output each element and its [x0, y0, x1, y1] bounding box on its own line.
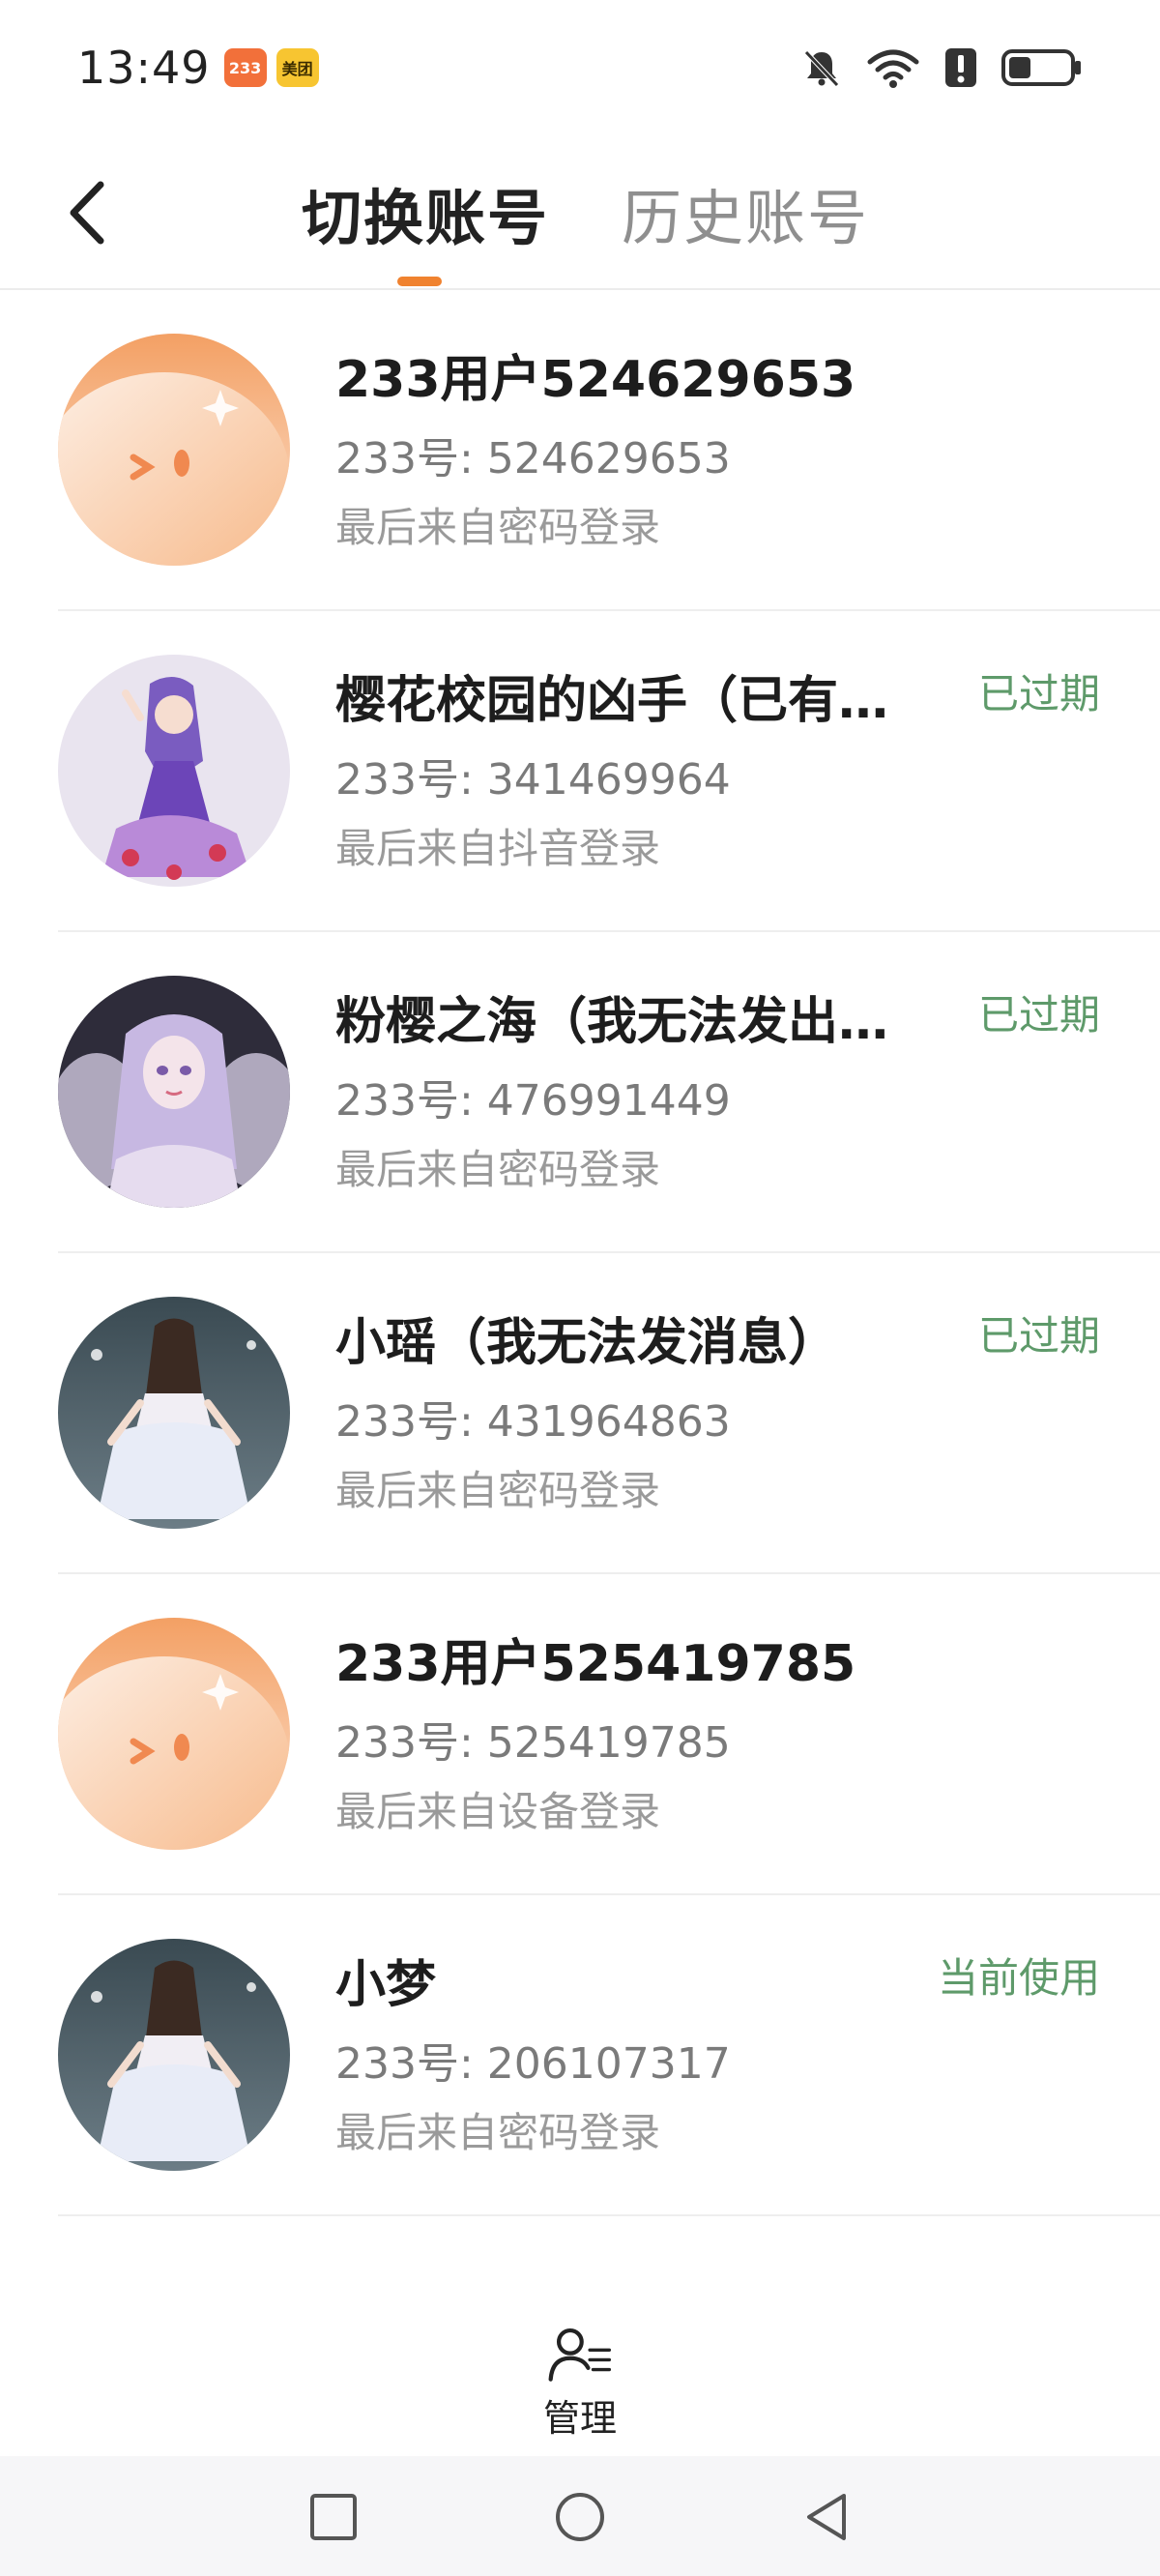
account-name: 粉樱之海（我无法发出… — [335, 993, 889, 1051]
manage-label: 管理 — [542, 2397, 617, 2440]
back-button[interactable] — [53, 169, 121, 256]
account-id: 233号: 525419785 — [335, 1718, 731, 1768]
app-meituan-badge: 美团 — [276, 48, 319, 87]
status-label: 已过期 — [977, 670, 1100, 717]
alert-icon — [945, 48, 976, 87]
account-name: 小瑶（我无法发消息） — [335, 1314, 839, 1372]
status-time: 13:49 — [77, 42, 211, 94]
circle-icon — [556, 2493, 604, 2541]
default-avatar-icon — [58, 334, 290, 566]
divider — [58, 2214, 1160, 2216]
account-name: 小梦 — [335, 1956, 437, 2014]
status-label: 当前使用 — [937, 1954, 1100, 2002]
tab-switch-account[interactable]: 切换账号 — [302, 164, 549, 261]
avatar — [58, 1618, 290, 1850]
active-tab-indicator — [397, 277, 442, 286]
login-source: 最后来自设备登录 — [335, 1788, 661, 1835]
anime-girl-purple-avatar — [58, 655, 290, 887]
default-avatar-icon — [58, 1618, 290, 1850]
avatar — [58, 1939, 290, 2171]
account-id: 233号: 341469964 — [335, 755, 731, 805]
account-row[interactable]: 樱花校园的凶手（已有… 233号: 341469964 最后来自抖音登录 已过期 — [0, 611, 1160, 932]
back-arrow-icon — [70, 181, 104, 245]
home-button[interactable] — [546, 2483, 614, 2551]
account-row[interactable]: 小瑶（我无法发消息） 233号: 431964863 最后来自密码登录 已过期 — [0, 1253, 1160, 1574]
avatar — [58, 655, 290, 887]
account-name: 233用户525419785 — [335, 1635, 856, 1693]
status-icons — [800, 46, 1083, 89]
login-source: 最后来自密码登录 — [335, 1467, 661, 1514]
manage-button[interactable]: 管理 — [522, 2326, 638, 2442]
header: 切换账号 历史账号 — [0, 135, 1160, 290]
account-id: 233号: 206107317 — [335, 2039, 731, 2089]
login-source: 最后来自密码登录 — [335, 504, 661, 551]
bell-muted-icon — [804, 50, 839, 87]
account-row[interactable]: 小梦 233号: 206107317 最后来自密码登录 当前使用 — [0, 1895, 1160, 2216]
account-row[interactable]: 粉樱之海（我无法发出… 233号: 476991449 最后来自密码登录 已过期 — [0, 932, 1160, 1253]
account-name: 233用户524629653 — [335, 351, 856, 409]
girl-white-dress-avatar — [58, 1939, 290, 2171]
avatar — [58, 1297, 290, 1529]
wifi-icon — [867, 49, 919, 88]
square-icon — [310, 2494, 357, 2540]
system-nav-bar — [0, 2456, 1160, 2576]
status-label: 已过期 — [977, 991, 1100, 1039]
account-id: 233号: 431964863 — [335, 1397, 731, 1447]
user-list-icon — [548, 2327, 612, 2382]
back-nav-button[interactable] — [793, 2483, 860, 2551]
triangle-back-icon — [807, 2494, 846, 2540]
app-233-badge: 233 — [223, 48, 267, 87]
girl-white-dress-avatar — [58, 1297, 290, 1529]
recents-button[interactable] — [300, 2483, 367, 2551]
anime-angel-avatar — [58, 976, 290, 1208]
status-label: 已过期 — [977, 1312, 1100, 1360]
account-row[interactable]: 233用户525419785 233号: 525419785 最后来自设备登录 — [0, 1574, 1160, 1895]
status-bar: 13:49 233 美团 — [0, 0, 1160, 135]
login-source: 最后来自密码登录 — [335, 2109, 661, 2156]
account-id: 233号: 524629653 — [335, 434, 731, 483]
account-name: 樱花校园的凶手（已有… — [335, 672, 889, 730]
tab-history-account[interactable]: 历史账号 — [622, 164, 869, 261]
battery-icon — [1001, 49, 1081, 86]
avatar — [58, 976, 290, 1208]
account-row[interactable]: 233用户524629653 233号: 524629653 最后来自密码登录 — [0, 290, 1160, 611]
account-list: 233用户524629653 233号: 524629653 最后来自密码登录 — [0, 290, 1160, 2216]
login-source: 最后来自抖音登录 — [335, 825, 661, 872]
account-id: 233号: 476991449 — [335, 1076, 731, 1126]
avatar — [58, 334, 290, 566]
login-source: 最后来自密码登录 — [335, 1146, 661, 1193]
screen: 13:49 233 美团 切换账号 历史账号 233用户524629653 23… — [0, 0, 1160, 2576]
